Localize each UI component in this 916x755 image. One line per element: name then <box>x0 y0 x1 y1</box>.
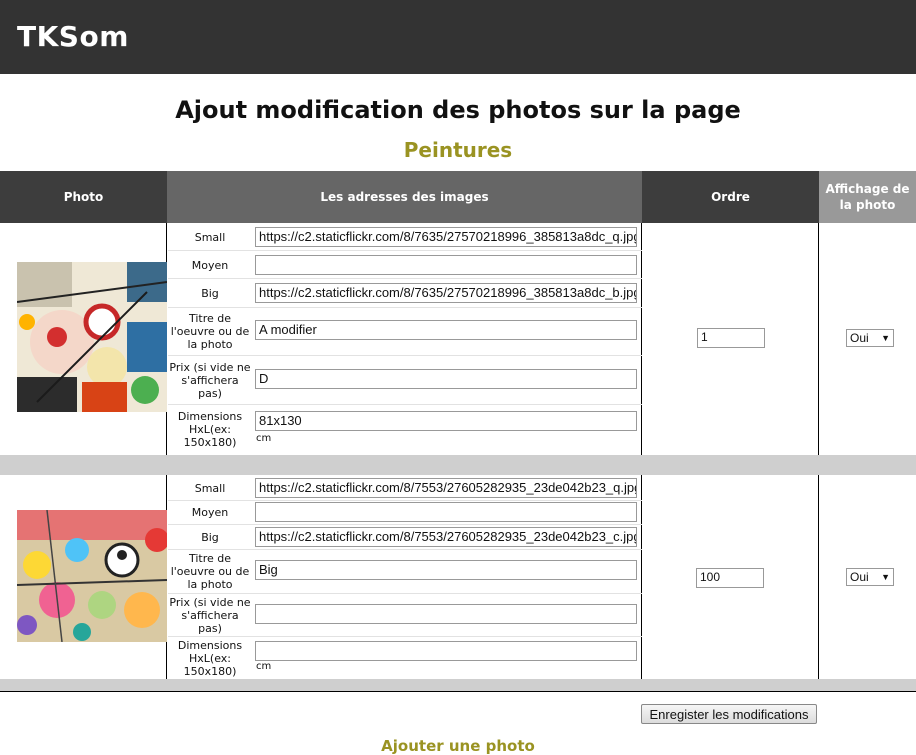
price-input[interactable] <box>255 604 637 624</box>
label-dimensions: Dimensions HxL(ex: 150x180) <box>177 409 243 449</box>
painting-thumbnail[interactable] <box>17 510 167 642</box>
row-separator <box>0 679 916 691</box>
header-order: Ordre <box>642 171 819 223</box>
save-button[interactable]: Enregister les modifications <box>641 704 817 724</box>
price-input[interactable]: D <box>255 369 637 389</box>
field-separator <box>168 524 642 525</box>
small-url-input[interactable]: https://c2.staticflickr.com/8/7635/27570… <box>255 227 637 247</box>
header-display: Affichage de la photo <box>819 171 916 223</box>
label-dimensions: Dimensions HxL(ex: 150x180) <box>177 638 243 678</box>
order-input[interactable]: 100 <box>696 568 764 588</box>
label-price: Prix (si vide ne s'affichera pas) <box>169 360 251 400</box>
big-url-input[interactable]: https://c2.staticflickr.com/8/7553/27605… <box>255 527 637 547</box>
label-big: Big <box>201 286 219 300</box>
row-separator <box>0 455 916 475</box>
label-title: Titre de l'oeuvre ou de la photo <box>170 551 250 591</box>
dimensions-input[interactable] <box>255 641 637 661</box>
title-input[interactable]: A modifier <box>255 320 637 340</box>
field-separator <box>168 636 642 637</box>
dropdown-arrow-icon: ▼ <box>881 333 890 343</box>
medium-url-input[interactable] <box>255 255 637 275</box>
dropdown-arrow-icon: ▼ <box>881 572 890 582</box>
top-bar: TKSom <box>0 0 916 74</box>
title-input[interactable]: Big <box>255 560 637 580</box>
field-separator <box>168 278 642 279</box>
header-photo: Photo <box>0 171 167 223</box>
unit-label: cm <box>256 433 272 444</box>
brand-logo[interactable]: TKSom <box>17 20 129 53</box>
field-separator <box>168 250 642 251</box>
label-small: Small <box>194 481 226 495</box>
field-separator <box>168 307 642 308</box>
label-medium: Moyen <box>191 505 229 519</box>
label-big: Big <box>201 530 219 544</box>
field-separator <box>168 404 642 405</box>
dimensions-input[interactable]: 81x130 <box>255 411 637 431</box>
page-title: Ajout modification des photos sur la pag… <box>175 96 741 124</box>
painting-thumbnail[interactable] <box>17 262 167 412</box>
display-select[interactable]: Oui ▼ <box>846 568 894 586</box>
unit-label: cm <box>256 661 272 672</box>
field-separator <box>168 500 642 501</box>
label-title: Titre de l'oeuvre ou de la photo <box>170 311 250 351</box>
small-url-input[interactable]: https://c2.staticflickr.com/8/7553/27605… <box>255 478 637 498</box>
medium-url-input[interactable] <box>255 502 637 522</box>
add-photo-link[interactable]: Ajouter une photo <box>0 737 916 755</box>
field-separator <box>168 593 642 594</box>
label-price: Prix (si vide ne s'affichera pas) <box>169 595 251 635</box>
table-bottom-border <box>0 691 916 692</box>
order-input[interactable]: 1 <box>697 328 765 348</box>
display-select-value: Oui <box>850 570 869 584</box>
label-small: Small <box>194 230 226 244</box>
label-medium: Moyen <box>191 258 229 272</box>
display-select[interactable]: Oui ▼ <box>846 329 894 347</box>
header-addresses: Les adresses des images <box>167 171 642 223</box>
big-url-input[interactable]: https://c2.staticflickr.com/8/7635/27570… <box>255 283 637 303</box>
field-separator <box>168 355 642 356</box>
display-select-value: Oui <box>850 331 869 345</box>
section-title: Peintures <box>403 138 513 162</box>
